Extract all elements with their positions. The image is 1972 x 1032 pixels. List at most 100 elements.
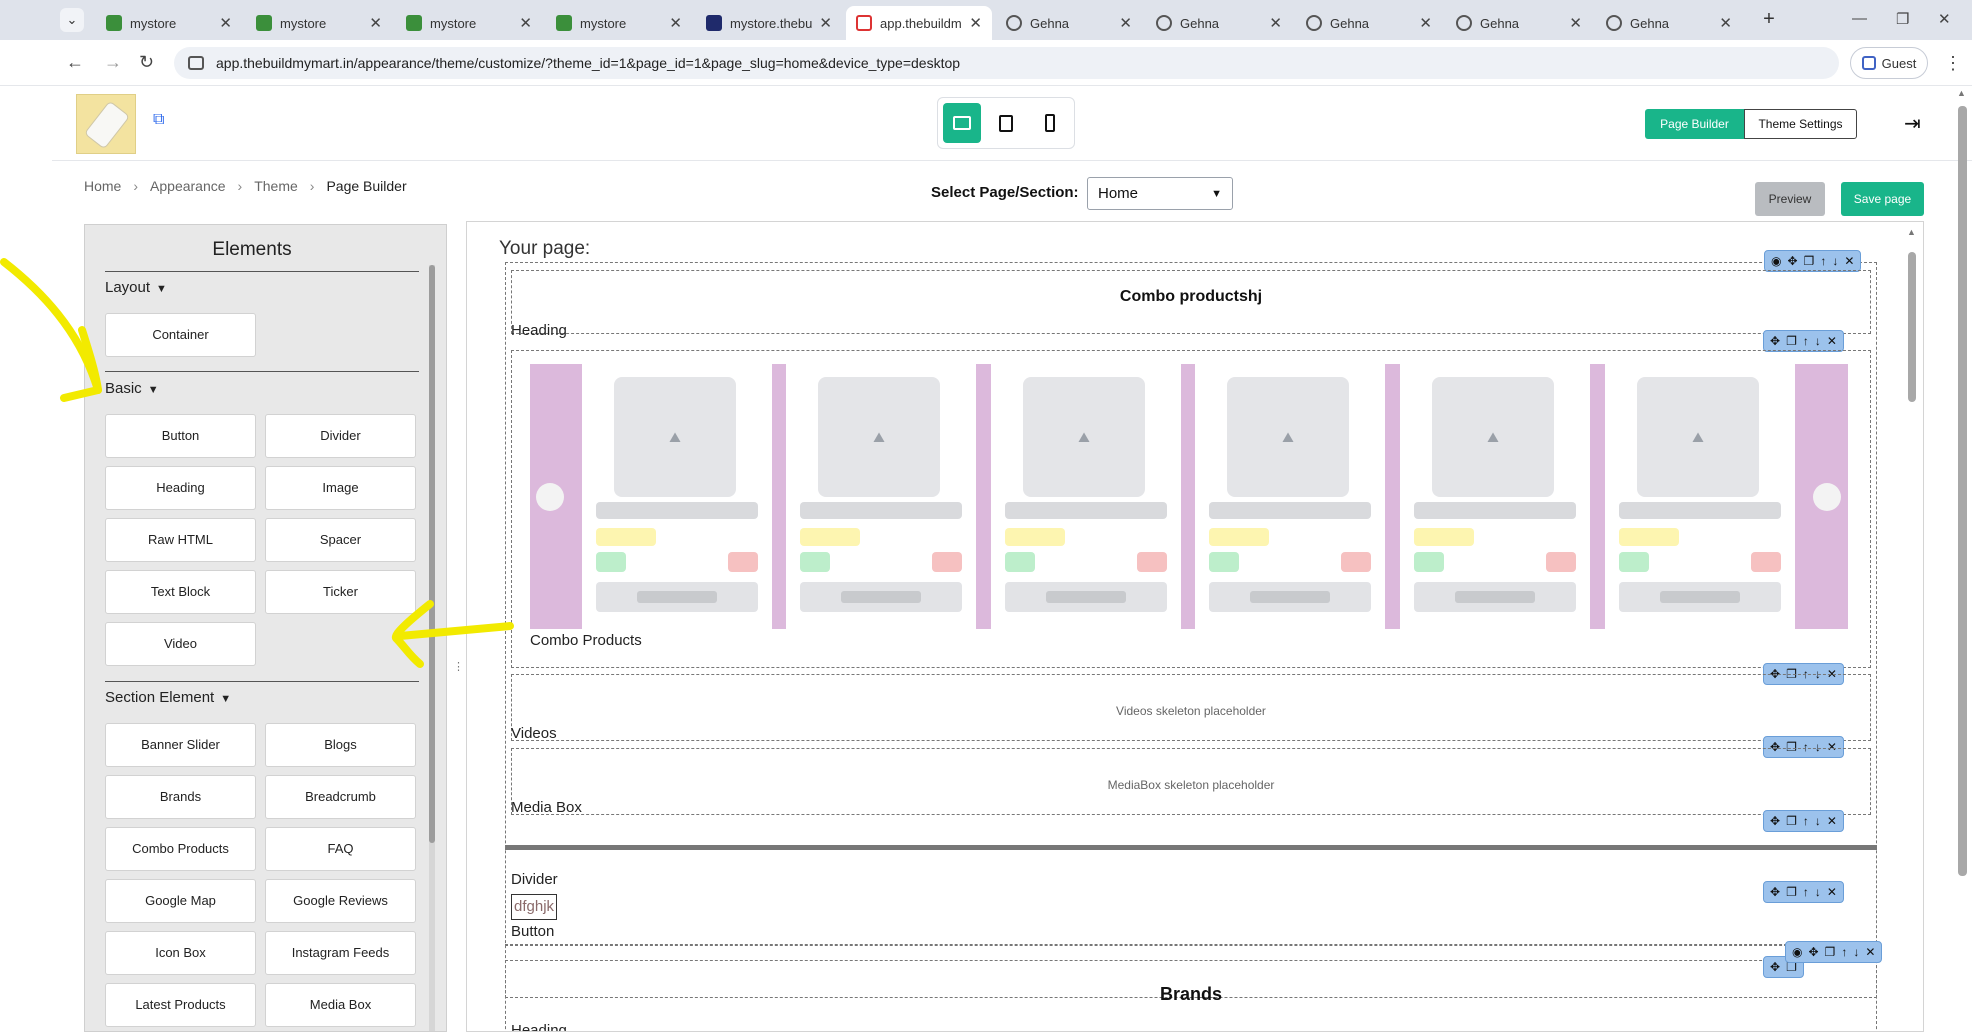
element-blogs[interactable]: Blogs (265, 723, 416, 767)
breadcrumb-home[interactable]: Home (84, 178, 121, 194)
copy-icon[interactable]: ❐ (1825, 945, 1836, 959)
move-icon[interactable]: ✥ (1808, 945, 1818, 959)
element-raw-html[interactable]: Raw HTML (105, 518, 256, 562)
move-icon[interactable]: ✥ (1787, 254, 1797, 268)
breadcrumb-appearance[interactable]: Appearance (150, 178, 226, 194)
element-media-box[interactable]: Media Box (265, 983, 416, 1027)
eye-icon[interactable]: ◉ (1792, 945, 1802, 959)
browser-tab[interactable]: mystore ✕ (396, 6, 542, 40)
theme-settings-button[interactable]: Theme Settings (1744, 109, 1857, 139)
close-tab-icon[interactable]: ✕ (669, 14, 682, 32)
element-instagram-feeds[interactable]: Instagram Feeds (265, 931, 416, 975)
close-tab-icon[interactable]: ✕ (1119, 14, 1132, 32)
element-ticker[interactable]: Ticker (265, 570, 416, 614)
close-tab-icon[interactable]: ✕ (519, 14, 532, 32)
element-breadcrumb[interactable]: Breadcrumb (265, 775, 416, 819)
remove-icon[interactable]: ✕ (1844, 254, 1854, 268)
element-text-block[interactable]: Text Block (105, 570, 256, 614)
slider-next-button[interactable] (1813, 483, 1841, 511)
arrow-up-icon[interactable]: ↑ (1803, 334, 1809, 348)
close-tab-icon[interactable]: ✕ (819, 14, 832, 32)
remove-icon[interactable]: ✕ (1865, 945, 1875, 959)
canvas-scrollbar[interactable] (1908, 252, 1916, 402)
section-layout-toggle[interactable]: Layout ▼ (105, 279, 167, 296)
arrow-up-icon[interactable]: ↑ (1803, 885, 1809, 899)
element-container[interactable]: Container (105, 313, 256, 357)
arrow-up-icon[interactable]: ↑ (1803, 814, 1809, 828)
copy-icon[interactable]: ❐ (1804, 254, 1815, 268)
close-tab-icon[interactable]: ✕ (369, 14, 382, 32)
browser-tab[interactable]: Gehna ✕ (1596, 6, 1742, 40)
site-info-icon[interactable] (188, 56, 204, 70)
browser-tab[interactable]: Gehna ✕ (1146, 6, 1292, 40)
element-divider[interactable]: Divider (265, 414, 416, 458)
browser-tab[interactable]: mystore ✕ (96, 6, 242, 40)
element-icon-box[interactable]: Icon Box (105, 931, 256, 975)
browser-tab[interactable]: Gehna ✕ (1446, 6, 1592, 40)
element-google-map[interactable]: Google Map (105, 879, 256, 923)
copy-icon[interactable]: ❐ (1786, 814, 1797, 828)
element-button[interactable]: Button (105, 414, 256, 458)
minimize-icon[interactable]: — (1852, 10, 1867, 27)
browser-menu-icon[interactable]: ⋮ (1944, 53, 1962, 74)
move-icon[interactable]: ✥ (1770, 814, 1780, 828)
elements-scrollbar[interactable] (429, 265, 435, 1031)
page-builder-button[interactable]: Page Builder (1645, 109, 1744, 139)
remove-icon[interactable]: ✕ (1827, 334, 1837, 348)
tablet-view-button[interactable] (987, 103, 1025, 143)
page-select[interactable]: Home ▼ (1087, 177, 1233, 210)
element-faq[interactable]: FAQ (265, 827, 416, 871)
preview-button[interactable]: Preview (1755, 182, 1825, 216)
browser-tab[interactable]: Gehna ✕ (996, 6, 1142, 40)
desktop-view-button[interactable] (943, 103, 981, 143)
arrow-down-icon[interactable]: ↓ (1832, 254, 1838, 268)
close-tab-icon[interactable]: ✕ (1419, 14, 1432, 32)
page-scrollbar[interactable] (1958, 106, 1967, 876)
save-page-button[interactable]: Save page (1841, 182, 1924, 216)
arrow-up-icon[interactable]: ↑ (1841, 945, 1847, 959)
browser-tab[interactable]: Gehna ✕ (1296, 6, 1442, 40)
move-icon[interactable]: ✥ (1770, 885, 1780, 899)
remove-icon[interactable]: ✕ (1827, 885, 1837, 899)
element-brands[interactable]: Brands (105, 775, 256, 819)
element-banner-slider[interactable]: Banner Slider (105, 723, 256, 767)
profile-button[interactable]: Guest (1850, 47, 1928, 79)
arrow-down-icon[interactable]: ↓ (1815, 814, 1821, 828)
element-spacer[interactable]: Spacer (265, 518, 416, 562)
browser-tab[interactable]: mystore.thebu ✕ (696, 6, 842, 40)
browser-tab[interactable]: app.thebuildm ✕ (846, 6, 992, 40)
element-video[interactable]: Video (105, 622, 256, 666)
address-bar[interactable]: app.thebuildmymart.in/appearance/theme/c… (174, 47, 1839, 79)
browser-tab[interactable]: mystore ✕ (246, 6, 392, 40)
page-scroll-up-icon[interactable]: ▲ (1957, 88, 1966, 98)
forward-icon[interactable]: → (104, 52, 122, 73)
element-image[interactable]: Image (265, 466, 416, 510)
element-heading[interactable]: Heading (105, 466, 256, 510)
move-icon[interactable]: ✥ (1770, 334, 1780, 348)
close-tab-icon[interactable]: ✕ (1269, 14, 1282, 32)
logout-icon[interactable]: ⇥ (1904, 111, 1921, 136)
eye-icon[interactable]: ◉ (1771, 254, 1781, 268)
close-window-icon[interactable]: ✕ (1938, 10, 1951, 28)
mobile-view-button[interactable] (1031, 103, 1069, 143)
section-basic-toggle[interactable]: Basic ▼ (105, 380, 159, 397)
restore-icon[interactable]: ❐ (1896, 10, 1909, 28)
close-tab-icon[interactable]: ✕ (1569, 14, 1582, 32)
move-icon[interactable]: ✥ (1770, 960, 1780, 974)
copy-icon[interactable]: ❐ (1786, 334, 1797, 348)
close-tab-icon[interactable]: ✕ (969, 14, 982, 32)
external-link-icon[interactable]: ⧉ (153, 111, 164, 129)
arrow-down-icon[interactable]: ↓ (1853, 945, 1859, 959)
reload-icon[interactable]: ↻ (139, 52, 154, 73)
sample-button[interactable]: dfghjk (511, 894, 558, 920)
element-combo-products[interactable]: Combo Products (105, 827, 256, 871)
scroll-up-icon[interactable]: ▲ (1907, 227, 1916, 237)
browser-tab[interactable]: mystore ✕ (546, 6, 692, 40)
element-latest-products[interactable]: Latest Products (105, 983, 256, 1027)
close-tab-icon[interactable]: ✕ (219, 14, 232, 32)
divider-line[interactable] (505, 845, 1877, 850)
copy-icon[interactable]: ❐ (1786, 885, 1797, 899)
close-tab-icon[interactable]: ✕ (1719, 14, 1732, 32)
panel-resize-handle[interactable]: ⋮ (453, 660, 464, 673)
section-element-toggle[interactable]: Section Element ▼ (105, 689, 231, 706)
